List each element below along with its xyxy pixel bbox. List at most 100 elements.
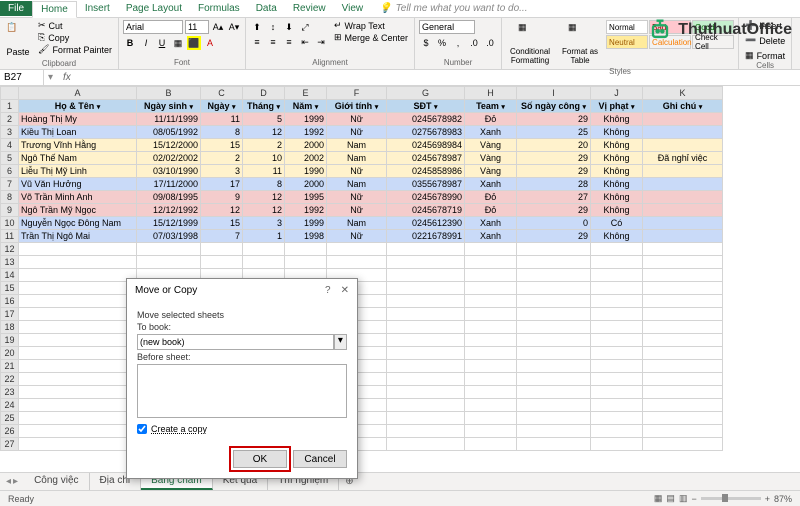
cell[interactable]: 12	[243, 204, 285, 217]
cell[interactable]: 0245858986	[387, 165, 465, 178]
cell[interactable]	[591, 243, 643, 256]
filter-icon[interactable]: ▾	[375, 104, 379, 111]
cell[interactable]: 11	[243, 165, 285, 178]
cell[interactable]: 8	[201, 126, 243, 139]
col-header-B[interactable]: B	[137, 87, 201, 100]
indent-inc-button[interactable]: ⇥	[314, 35, 328, 49]
cell[interactable]	[465, 308, 517, 321]
filter-icon[interactable]: ▾	[232, 104, 236, 111]
cell[interactable]	[19, 269, 137, 282]
cell[interactable]: 1999	[285, 113, 327, 126]
cell[interactable]: Không	[591, 191, 643, 204]
cell[interactable]	[517, 386, 591, 399]
cell[interactable]: Kiều Thị Loan	[19, 126, 137, 139]
cell[interactable]: Nữ	[327, 165, 387, 178]
cell[interactable]: 0275678983	[387, 126, 465, 139]
cell[interactable]: Vàng	[465, 165, 517, 178]
select-all-corner[interactable]	[1, 87, 19, 100]
cell[interactable]	[643, 139, 723, 152]
zoom-out-button[interactable]: −	[691, 494, 696, 504]
cell[interactable]	[465, 425, 517, 438]
cell[interactable]: Hoàng Thị My	[19, 113, 137, 126]
col-header-G[interactable]: G	[387, 87, 465, 100]
cell[interactable]: 12	[243, 191, 285, 204]
cell[interactable]: Liễu Thị Mỹ Linh	[19, 165, 137, 178]
cell[interactable]	[643, 399, 723, 412]
tab-insert[interactable]: Insert	[77, 1, 118, 16]
cell[interactable]	[591, 282, 643, 295]
row-header-4[interactable]: 4	[1, 139, 19, 152]
cell[interactable]	[517, 399, 591, 412]
header-cell[interactable]: Giới tính ▾	[327, 100, 387, 113]
create-copy-input[interactable]	[137, 424, 147, 434]
cell[interactable]	[465, 438, 517, 451]
align-top-button[interactable]: ⬆	[250, 20, 264, 34]
cell[interactable]: Không	[591, 113, 643, 126]
cell[interactable]	[465, 243, 517, 256]
cell[interactable]: 3	[243, 217, 285, 230]
cell[interactable]: Nữ	[327, 126, 387, 139]
cell[interactable]	[387, 269, 465, 282]
cell[interactable]	[465, 334, 517, 347]
inc-decimal-button[interactable]: .0	[467, 36, 481, 50]
cell[interactable]	[517, 269, 591, 282]
cell[interactable]	[643, 256, 723, 269]
cell[interactable]: 17/11/2000	[137, 178, 201, 191]
cell[interactable]	[591, 321, 643, 334]
name-box[interactable]: B27	[0, 70, 44, 85]
cell[interactable]: 15	[201, 139, 243, 152]
cell[interactable]: Trần Thị Ngô Mai	[19, 230, 137, 243]
cell[interactable]	[19, 256, 137, 269]
cell[interactable]: 2002	[285, 152, 327, 165]
cell[interactable]: Không	[591, 178, 643, 191]
header-cell[interactable]: Ngày sinh ▾	[137, 100, 201, 113]
format-as-table-button[interactable]: ▦Format as Table	[558, 20, 602, 67]
cell[interactable]	[19, 321, 137, 334]
cell[interactable]	[643, 230, 723, 243]
col-header-I[interactable]: I	[517, 87, 591, 100]
cell[interactable]	[591, 308, 643, 321]
cell[interactable]: 11	[201, 113, 243, 126]
cell[interactable]	[591, 399, 643, 412]
col-header-A[interactable]: A	[19, 87, 137, 100]
cell[interactable]	[201, 256, 243, 269]
dialog-close-button[interactable]: ✕	[341, 285, 349, 296]
row-header-2[interactable]: 2	[1, 113, 19, 126]
cell[interactable]: Xanh	[465, 230, 517, 243]
filter-icon[interactable]: ▾	[315, 104, 319, 111]
cell[interactable]	[285, 243, 327, 256]
align-right-button[interactable]: ≡	[282, 35, 296, 49]
cell[interactable]: 11/11/1999	[137, 113, 201, 126]
cell[interactable]: 20	[517, 139, 591, 152]
format-cells-button[interactable]: ▦Format	[743, 50, 787, 61]
cell[interactable]	[517, 321, 591, 334]
cell[interactable]	[465, 347, 517, 360]
cell[interactable]	[643, 373, 723, 386]
cell[interactable]: 1992	[285, 126, 327, 139]
tellme-search[interactable]: 💡 Tell me what you want to do...	[379, 3, 527, 14]
cell[interactable]	[387, 347, 465, 360]
filter-icon[interactable]: ▾	[276, 104, 280, 111]
cell[interactable]	[517, 308, 591, 321]
paste-button[interactable]: 📋 Paste	[4, 20, 32, 59]
cell[interactable]: Vũ Văn Hưởng	[19, 178, 137, 191]
cell[interactable]	[387, 425, 465, 438]
cell[interactable]	[19, 295, 137, 308]
cell[interactable]	[643, 360, 723, 373]
cell[interactable]: 12/12/1992	[137, 204, 201, 217]
font-color-button[interactable]: A	[203, 36, 217, 50]
copy-button[interactable]: ⎘Copy	[36, 32, 114, 43]
cell[interactable]: 09/08/1995	[137, 191, 201, 204]
create-copy-checkbox[interactable]: Create a copy	[137, 424, 347, 434]
cell[interactable]: Đỏ	[465, 204, 517, 217]
tab-home[interactable]: Home	[32, 1, 77, 18]
cell[interactable]: 28	[517, 178, 591, 191]
cell[interactable]: 12	[201, 204, 243, 217]
row-header-3[interactable]: 3	[1, 126, 19, 139]
cell[interactable]: 15/12/2000	[137, 139, 201, 152]
cell[interactable]: 5	[243, 113, 285, 126]
cell[interactable]	[643, 191, 723, 204]
cell[interactable]: 29	[517, 204, 591, 217]
cell[interactable]	[19, 360, 137, 373]
cell[interactable]	[643, 321, 723, 334]
